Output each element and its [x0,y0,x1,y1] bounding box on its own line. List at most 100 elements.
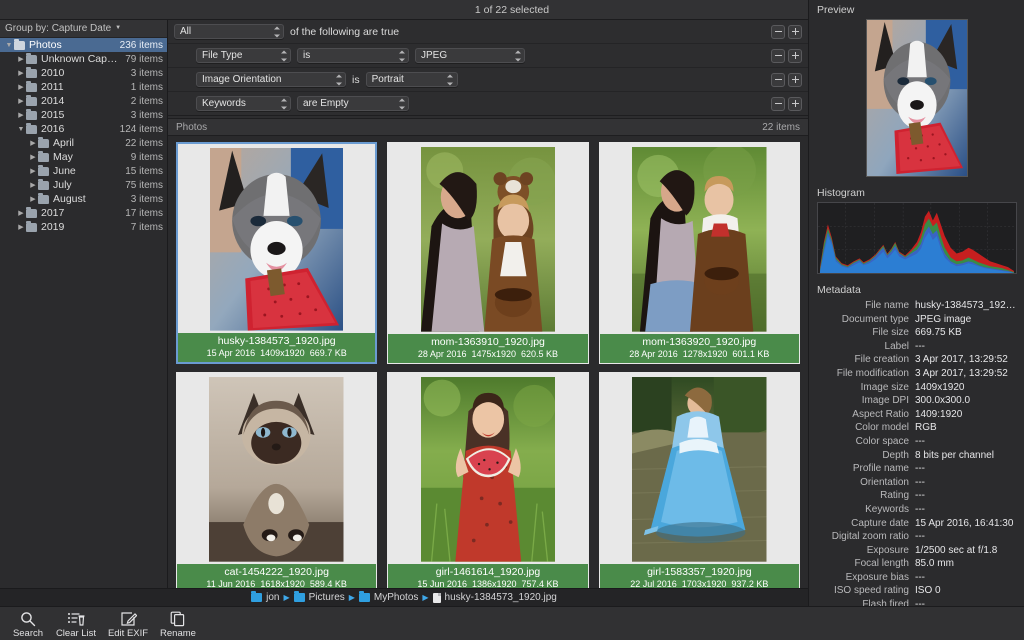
sidebar-item-july[interactable]: ▶ July 75 items [0,178,167,192]
metadata-row: Keywords --- [815,503,1018,517]
chevron-right-icon[interactable]: ▶ [28,139,38,147]
sidebar-item-2016[interactable]: ▼ 2016 124 items [0,122,167,136]
metadata-label: Label [884,340,909,352]
sidebar-item-august[interactable]: ▶ August 3 items [0,192,167,206]
thumbnail-cell[interactable]: mom-1363910_1920.jpg 28 Apr 2016 1475x192… [387,142,589,364]
stepper-arrows-icon [398,98,405,109]
remove-rule-button[interactable] [771,24,785,39]
breadcrumb[interactable]: jon ▶ Pictures ▶ MyPhotos ▶ husky-1384573_1920… [0,588,808,606]
chevron-right-icon[interactable]: ▶ [16,69,26,77]
stepper-arrows-icon [398,50,405,61]
breadcrumb-segment[interactable]: MyPhotos [374,592,418,603]
metadata-value: 3 Apr 2017, 13:29:52 [915,367,1008,379]
add-rule-button[interactable] [788,48,802,63]
add-rule-button[interactable] [788,24,802,39]
chevron-right-icon: ▶ [283,593,290,602]
metadata-label: Color space [855,435,909,447]
filter-field-value-2: Keywords [202,98,246,109]
thumbnail-cell[interactable]: cat-1454222_1920.jpg 11 Jun 2016 1618x192… [176,372,378,594]
chevron-right-icon[interactable]: ▶ [16,209,26,217]
row-controls [771,96,802,111]
sidebar-item-2014[interactable]: ▶ 2014 2 items [0,94,167,108]
sidebar-item-count: 3 items [130,193,163,205]
chevron-down-icon[interactable]: ▼ [4,42,14,49]
filter-value-select-0[interactable]: JPEG [415,48,525,63]
preview-container [809,19,1024,183]
sidebar-item-april[interactable]: ▶ April 22 items [0,136,167,150]
metadata-label: Focal length [854,558,909,570]
sidebar-item-count: 3 items [130,109,163,121]
chevron-down-icon: ▼ [115,24,122,31]
folder-icon [26,52,37,64]
folder-icon [26,220,37,232]
metadata-row: File size 669.75 KB [815,326,1018,340]
chevron-right-icon[interactable]: ▶ [28,181,38,189]
metadata-value: 1/2500 sec at f/1.8 [915,544,998,556]
sidebar-item-2010[interactable]: ▶ 2010 3 items [0,66,167,80]
metadata-row: File creation 3 Apr 2017, 13:29:52 [815,353,1018,367]
chevron-right-icon[interactable]: ▶ [16,111,26,119]
filter-field-select-1[interactable]: Image Orientation [196,72,346,87]
add-rule-button[interactable] [788,72,802,87]
filter-operator-select-0[interactable]: is [297,48,409,63]
edit-exif-button[interactable]: Edit EXIF [100,610,156,640]
thumbnail-cell[interactable]: mom-1363920_1920.jpg 28 Apr 2016 1278x192… [598,142,800,364]
rename-button[interactable]: Rename [150,610,206,640]
sidebar-item-may[interactable]: ▶ May 9 items [0,150,167,164]
folder-icon [26,80,37,92]
chevron-right-icon[interactable]: ▶ [28,195,38,203]
sidebar-item-label: 2016 [41,123,65,135]
thumbnail-filename: husky-1384573_1920.jpg [217,334,336,347]
thumbnail-filename: girl-1461614_1920.jpg [435,565,541,578]
match-mode-select[interactable]: All [174,24,284,39]
filter-operator-value-2: are Empty [303,98,349,109]
sidebar-item-label: 2015 [41,109,65,121]
group-by-label: Group by: Capture Date [5,23,112,34]
thumbnail-meta: 15 Apr 2016 1409x1920 669.7 KB [180,348,373,359]
folder-icon [38,136,49,148]
filter-field-select-0[interactable]: File Type [196,48,291,63]
sidebar-item-label: 2017 [41,207,65,219]
sidebar-item-2017[interactable]: ▶ 2017 17 items [0,206,167,220]
thumbnail-cell[interactable]: girl-1461614_1920.jpg 15 Jun 2016 1386x19… [387,372,589,594]
group-by-dropdown[interactable]: Group by: Capture Date ▼ [0,20,167,38]
breadcrumb-segment[interactable]: Pictures [309,592,345,603]
chevron-down-icon[interactable]: ▼ [16,126,26,133]
thumbnail-cell[interactable]: girl-1583357_1920.jpg 22 Jul 2016 1703x19… [598,372,800,594]
sidebar-item-label: Unknown Captur... [41,53,120,65]
thumbnail-cell[interactable]: husky-1384573_1920.jpg 15 Apr 2016 1409x1… [176,142,378,364]
chevron-right-icon[interactable]: ▶ [16,223,26,231]
sidebar-item-2011[interactable]: ▶ 2011 1 items [0,80,167,94]
filter-field-value-0: File Type [202,50,243,61]
row-controls [771,72,802,87]
metadata-row: File modification 3 Apr 2017, 13:29:52 [815,367,1018,381]
sidebar-item-2019[interactable]: ▶ 2019 7 items [0,220,167,234]
remove-rule-button[interactable] [771,72,785,87]
metadata-row: Color model RGB [815,421,1018,435]
remove-rule-button[interactable] [771,96,785,111]
remove-rule-button[interactable] [771,48,785,63]
sidebar-item-unknown-captur[interactable]: ▶ Unknown Captur... 79 items [0,52,167,66]
metadata-row: Aspect Ratio 1409:1920 [815,408,1018,422]
chevron-right-icon[interactable]: ▶ [16,55,26,63]
filter-value-select-1[interactable]: Portrait [365,72,458,87]
clear-list-label: Clear List [55,628,97,639]
clear-list-button[interactable]: Clear List [48,610,104,640]
sidebar-item-june[interactable]: ▶ June 15 items [0,164,167,178]
breadcrumb-segment[interactable]: jon [266,592,279,603]
metadata-row: Image DPI 300.0x300.0 [815,394,1018,408]
thumbnail-image [420,377,556,562]
filter-operator-select-2[interactable]: are Empty [297,96,409,111]
metadata-row: Color space --- [815,435,1018,449]
filter-field-select-2[interactable]: Keywords [196,96,291,111]
sidebar-item-2015[interactable]: ▶ 2015 3 items [0,108,167,122]
add-rule-button[interactable] [788,96,802,111]
chevron-right-icon[interactable]: ▶ [28,167,38,175]
chevron-right-icon[interactable]: ▶ [16,83,26,91]
chevron-right-icon[interactable]: ▶ [28,153,38,161]
sidebar-item-photos[interactable]: ▼ Photos 236 items [0,38,167,52]
metadata-value: 3 Apr 2017, 13:29:52 [915,354,1008,366]
metadata-label: File size [872,327,909,339]
chevron-right-icon[interactable]: ▶ [16,97,26,105]
thumbnail-image-container [388,373,588,564]
